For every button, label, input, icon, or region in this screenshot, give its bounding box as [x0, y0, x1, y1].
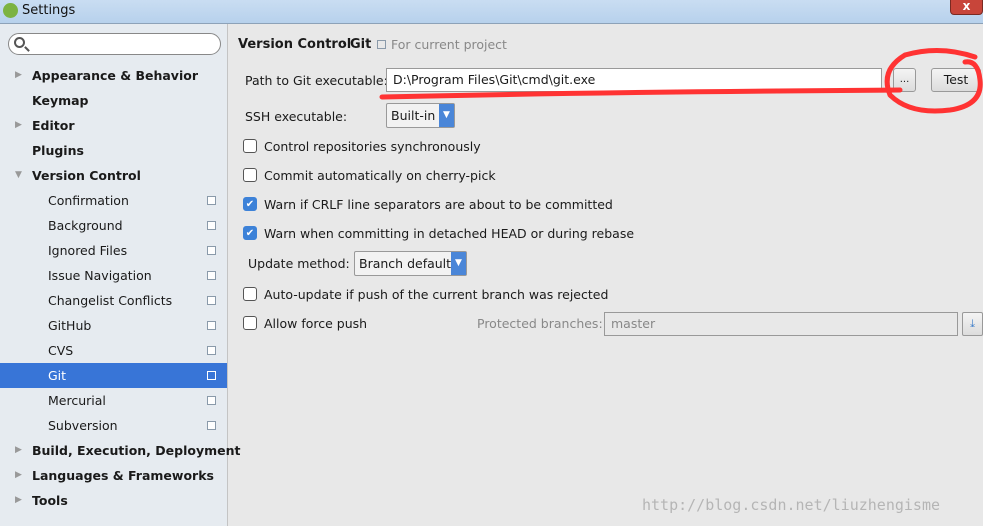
project-scope-icon [207, 246, 216, 255]
cherry-pick-label: Commit automatically on cherry-pick [264, 168, 496, 183]
detached-head-checkbox[interactable]: ✔ [243, 226, 257, 240]
update-method-value: Branch default [359, 256, 452, 271]
project-scope-icon [207, 346, 216, 355]
sidebar-item-confirmation[interactable]: Confirmation [0, 188, 227, 213]
collapsed-arrow-icon[interactable]: ▶ [15, 463, 22, 488]
window-title: Settings [22, 3, 76, 18]
protected-branches-label: Protected branches: [477, 316, 603, 331]
sidebar-item-github[interactable]: GitHub [0, 313, 227, 338]
sidebar-item-issue-navigation[interactable]: Issue Navigation [0, 263, 227, 288]
sidebar-item-label: Ignored Files [48, 243, 128, 258]
sync-checkbox[interactable] [243, 139, 257, 153]
ssh-select[interactable]: Built-in ▼ [386, 103, 455, 128]
settings-sidebar: ▶ Appearance & Behavior Keymap ▶ Editor Plugi… [0, 24, 240, 526]
detached-head-label: Warn when committing in detached HEAD or… [264, 226, 635, 241]
collapsed-arrow-icon[interactable]: ▶ [15, 438, 22, 463]
protected-branches-input[interactable]: master [604, 312, 958, 336]
ssh-label: SSH executable: [245, 109, 348, 124]
project-scope-icon [207, 396, 216, 405]
project-scope-icon [207, 196, 216, 205]
sidebar-item-label: Issue Navigation [48, 268, 152, 283]
sidebar-item-label: CVS [48, 343, 74, 358]
scope-label: For current project [391, 37, 507, 52]
project-scope-icon [207, 371, 216, 380]
breadcrumb-parent[interactable]: Version Control [238, 37, 351, 52]
project-scope-icon [207, 296, 216, 305]
expanded-arrow-icon[interactable]: ▼ [15, 163, 22, 188]
breadcrumb-separator: › [342, 38, 347, 51]
android-studio-icon [3, 3, 18, 18]
sidebar-item-label: Appearance & Behavior [32, 68, 198, 83]
project-scope-icon [377, 40, 386, 49]
update-method-label: Update method: [248, 256, 350, 271]
collapsed-arrow-icon[interactable]: ▶ [15, 113, 22, 138]
watermark: http://blog.csdn.net/liuzhengisme [642, 496, 941, 514]
crlf-checkbox[interactable]: ✔ [243, 197, 257, 211]
sidebar-item-changelist-conflicts[interactable]: Changelist Conflicts [0, 288, 227, 313]
breadcrumb-current: Git [350, 37, 372, 52]
browse-button[interactable]: ... [893, 68, 916, 92]
auto-update-checkbox[interactable] [243, 287, 257, 301]
force-push-label: Allow force push [264, 316, 368, 331]
sync-label: Control repositories synchronously [264, 139, 481, 154]
sidebar-item-label: Background [48, 218, 123, 233]
git-path-label: Path to Git executable: [245, 73, 388, 88]
project-scope-icon [207, 271, 216, 280]
git-settings-panel: Version Control › Git For current projec… [229, 24, 983, 526]
git-path-input[interactable]: D:\Program Files\Git\cmd\git.exe [386, 68, 882, 92]
close-button[interactable]: x [950, 0, 983, 15]
collapsed-arrow-icon[interactable]: ▶ [15, 488, 22, 513]
sidebar-item-label: Build, Execution, Deployment [32, 443, 241, 458]
sidebar-item-keymap[interactable]: Keymap [0, 88, 227, 113]
sidebar-item-label: Plugins [32, 143, 84, 158]
test-button[interactable]: Test [931, 68, 981, 92]
search-icon [14, 37, 25, 48]
update-method-select[interactable]: Branch default ▼ [354, 251, 467, 276]
expand-icon: ⤓ [970, 317, 975, 330]
sidebar-item-plugins[interactable]: Plugins [0, 138, 227, 163]
title-bar: Settings x [0, 0, 983, 24]
sidebar-item-subversion[interactable]: Subversion [0, 413, 227, 438]
collapsed-arrow-icon[interactable]: ▶ [15, 63, 22, 88]
project-scope-icon [207, 421, 216, 430]
sidebar-item-label: GitHub [48, 318, 92, 333]
sidebar-item-languages-frameworks[interactable]: ▶ Languages & Frameworks [0, 463, 227, 488]
sidebar-item-mercurial[interactable]: Mercurial [0, 388, 227, 413]
sidebar-item-label: Languages & Frameworks [32, 468, 214, 483]
auto-update-label: Auto-update if push of the current branc… [264, 287, 609, 302]
force-push-checkbox[interactable] [243, 316, 257, 330]
sidebar-item-tools[interactable]: ▶ Tools [0, 488, 227, 513]
sidebar-item-editor[interactable]: ▶ Editor [0, 113, 227, 138]
sidebar-item-label: Tools [32, 493, 68, 508]
sidebar-item-ignored-files[interactable]: Ignored Files [0, 238, 227, 263]
ssh-value: Built-in [391, 108, 436, 123]
sidebar-item-label: Version Control [32, 168, 141, 183]
cherry-pick-checkbox[interactable] [243, 168, 257, 182]
sidebar-item-label: Git [48, 368, 67, 383]
search-input[interactable] [8, 33, 221, 55]
crlf-label: Warn if CRLF line separators are about t… [264, 197, 613, 212]
expand-field-button[interactable]: ⤓ [962, 312, 983, 336]
sidebar-item-build-execution-deployment[interactable]: ▶ Build, Execution, Deployment [0, 438, 240, 463]
sidebar-item-background[interactable]: Background [0, 213, 227, 238]
project-scope-icon [207, 321, 216, 330]
chevron-down-icon: ▼ [451, 252, 466, 275]
sidebar-item-git[interactable]: Git [0, 363, 227, 388]
chevron-down-icon: ▼ [439, 104, 454, 127]
sidebar-item-label: Keymap [32, 93, 89, 108]
sidebar-item-label: Changelist Conflicts [48, 293, 173, 308]
sidebar-item-cvs[interactable]: CVS [0, 338, 227, 363]
sidebar-item-label: Confirmation [48, 193, 129, 208]
sidebar-item-label: Mercurial [48, 393, 106, 408]
sidebar-item-version-control[interactable]: ▼ Version Control [0, 163, 227, 188]
sidebar-item-appearance-behavior[interactable]: ▶ Appearance & Behavior [0, 63, 227, 88]
sidebar-item-label: Editor [32, 118, 75, 133]
sidebar-item-label: Subversion [48, 418, 118, 433]
project-scope-icon [207, 221, 216, 230]
